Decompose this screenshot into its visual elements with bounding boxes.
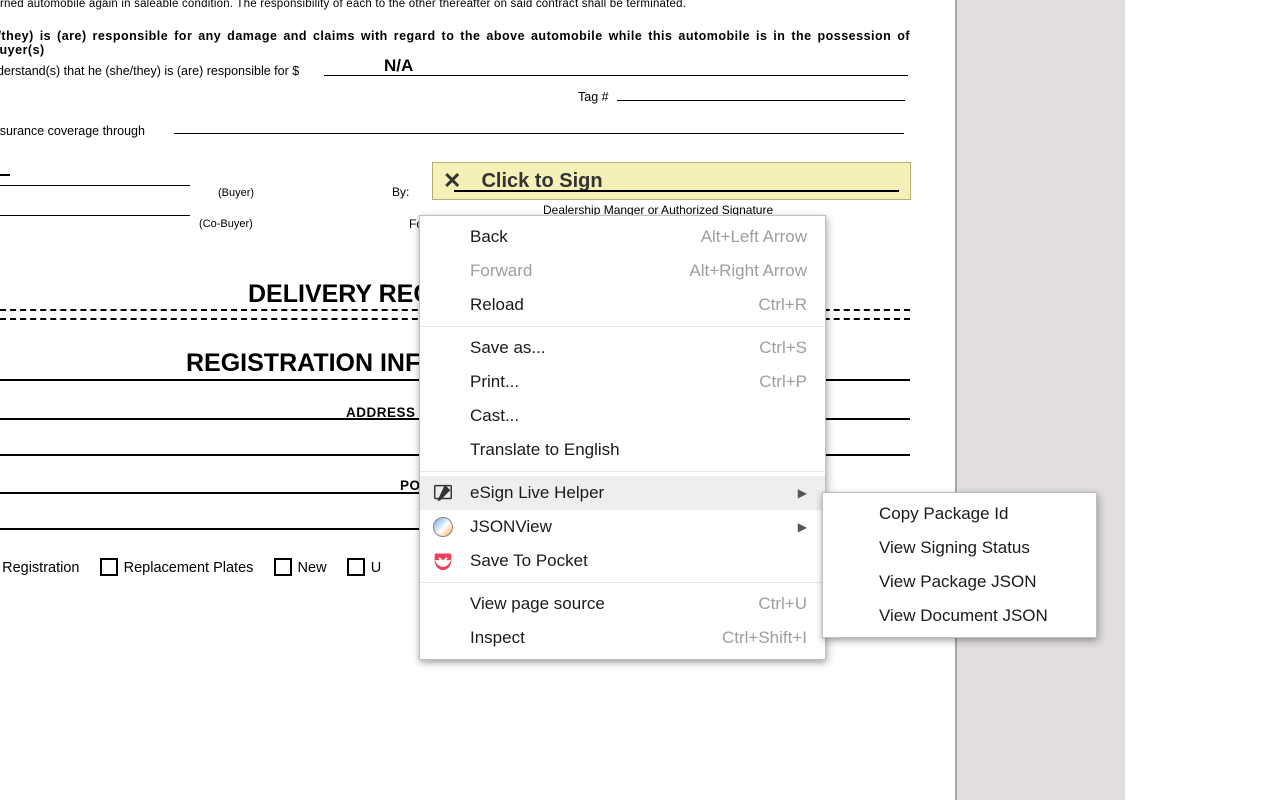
ctx-jsonview-label: JSONView [470, 517, 552, 537]
ctx-jsonview[interactable]: JSONView ▶ [420, 510, 825, 544]
ctx-reload-label: Reload [470, 295, 524, 315]
delivery-heading: DELIVERY REC [248, 280, 431, 309]
ctx-back-label: Back [470, 227, 508, 247]
ctx-cast-label: Cast... [470, 406, 519, 426]
ctx-reload-kbd: Ctrl+R [758, 295, 807, 315]
cobuyer-label: (Co-Buyer) [199, 218, 253, 230]
ctx-back[interactable]: Back Alt+Left Arrow [420, 220, 825, 254]
contract-text-line3: nderstand(s) that he (she/they) is (are)… [0, 64, 299, 78]
ctx-view-source[interactable]: View page source Ctrl+U [420, 587, 825, 621]
checkbox-u[interactable] [347, 558, 365, 576]
ctx-back-kbd: Alt+Left Arrow [701, 227, 807, 247]
ctx-translate-label: Translate to English [470, 440, 620, 460]
context-menu: Back Alt+Left Arrow Forward Alt+Right Ar… [419, 215, 826, 660]
amount-value: N/A [384, 56, 413, 76]
ctx-inspect-label: Inspect [470, 628, 525, 648]
contract-text-line2: e/they) is (are) responsible for any dam… [0, 29, 910, 57]
tag-label: Tag # [578, 90, 609, 104]
amount-underline [324, 75, 908, 76]
submenu-view-signing-status[interactable]: View Signing Status [823, 531, 1096, 565]
chk-u-label: U [371, 560, 381, 576]
buyer-label: (Buyer) [218, 187, 254, 199]
ctx-save-to-pocket[interactable]: Save To Pocket [420, 544, 825, 578]
ctx-print-label: Print... [470, 372, 519, 392]
checkbox-replacement[interactable] [100, 558, 118, 576]
tag-underline [617, 100, 905, 101]
ctx-forward-label: Forward [470, 261, 532, 281]
ctx-esign-label: eSign Live Helper [470, 483, 604, 503]
ctx-forward: Forward Alt+Right Arrow [420, 254, 825, 288]
insurance-underline [174, 133, 904, 134]
ctx-save-as-label: Save as... [470, 338, 546, 358]
contract-text-line1: turned automobile again in saleable cond… [0, 0, 910, 10]
scroll-track-gray [955, 0, 1128, 800]
chk-new-label: New [298, 560, 327, 576]
by-label: By: [392, 185, 409, 199]
right-margin [1125, 0, 1280, 800]
click-to-sign-box[interactable]: ✕ Click to Sign [432, 162, 911, 200]
pocket-icon [432, 550, 454, 572]
ctx-view-source-label: View page source [470, 594, 605, 614]
ctx-print[interactable]: Print... Ctrl+P [420, 365, 825, 399]
ctx-separator [420, 326, 825, 327]
po-label: PO [400, 478, 421, 493]
ctx-view-source-kbd: Ctrl+U [758, 594, 807, 614]
ctx-save-as-kbd: Ctrl+S [759, 338, 807, 358]
sign-x-icon: ✕ [443, 174, 461, 187]
ctx-print-kbd: Ctrl+P [759, 372, 807, 392]
ctx-pocket-label: Save To Pocket [470, 551, 588, 571]
submenu-view-document-json[interactable]: View Document JSON [823, 599, 1096, 633]
submenu-arrow-icon: ▶ [798, 520, 807, 534]
ctx-cast[interactable]: Cast... [420, 399, 825, 433]
chk-replacement-label: Replacement Plates [124, 560, 254, 576]
ctx-translate[interactable]: Translate to English [420, 433, 825, 467]
ctx-inspect[interactable]: Inspect Ctrl+Shift+I [420, 621, 825, 655]
chk-registration-label: e Registration [0, 560, 79, 576]
registration-heading: REGISTRATION INFO [186, 349, 440, 378]
ctx-inspect-kbd: Ctrl+Shift+I [722, 628, 807, 648]
submenu-arrow-icon: ▶ [798, 486, 807, 500]
submenu-copy-package-id[interactable]: Copy Package Id [823, 497, 1096, 531]
ctx-separator [420, 471, 825, 472]
ctx-reload[interactable]: Reload Ctrl+R [420, 288, 825, 322]
ctx-forward-kbd: Alt+Right Arrow [689, 261, 807, 281]
ctx-save-as[interactable]: Save as... Ctrl+S [420, 331, 825, 365]
dealer-signature-underline [454, 190, 899, 192]
esign-icon [432, 482, 454, 504]
ctx-esign-live-helper[interactable]: eSign Live Helper ▶ [420, 476, 825, 510]
jsonview-icon [432, 516, 454, 538]
buyer-signature-line [0, 185, 190, 186]
cobuyer-signature-line [0, 215, 190, 216]
checkbox-row: e Registration Replacement Plates New U [0, 559, 381, 577]
checkbox-new[interactable] [274, 558, 292, 576]
buyer-signature-mark [0, 174, 10, 181]
esign-submenu: Copy Package Id View Signing Status View… [822, 492, 1097, 638]
insurance-label: insurance coverage through [0, 124, 145, 138]
ctx-separator [420, 582, 825, 583]
submenu-view-package-json[interactable]: View Package JSON [823, 565, 1096, 599]
